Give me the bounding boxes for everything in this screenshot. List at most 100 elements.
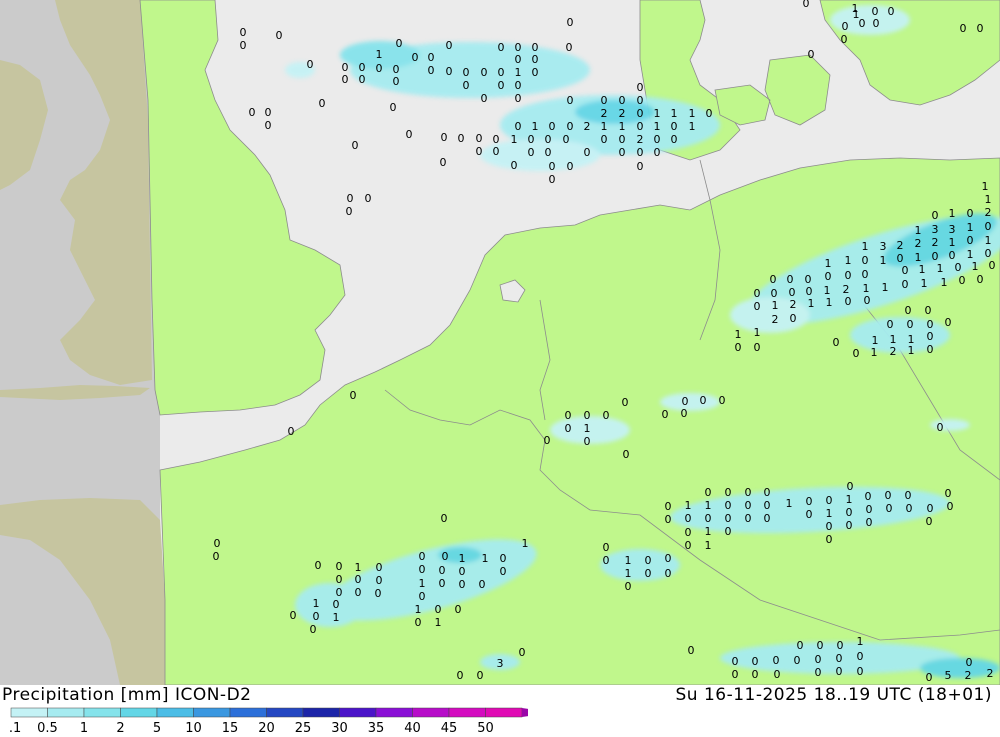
precip-value: 0 — [477, 669, 484, 682]
precip-value: 2 — [584, 120, 591, 133]
precip-value: 0 — [862, 254, 869, 267]
precip-value: 0 — [764, 512, 771, 525]
precip-value: 0 — [347, 192, 354, 205]
colorbar-tick-label: 20 — [258, 721, 275, 733]
precip-value: 0 — [637, 81, 644, 94]
precip-value: 0 — [476, 145, 483, 158]
precip-value: 0 — [685, 539, 692, 552]
precip-value: 0 — [528, 133, 535, 146]
colorbar-swatch — [302, 707, 340, 718]
precip-value: 2 — [772, 313, 779, 326]
precip-value: 1 — [941, 276, 948, 289]
precip-value: 1 — [705, 525, 712, 538]
precip-value: 0 — [481, 66, 488, 79]
precip-value: 0 — [926, 515, 933, 528]
precip-value: 0 — [567, 120, 574, 133]
precip-value: 0 — [826, 494, 833, 507]
precip-value: 0 — [764, 499, 771, 512]
precip-value: 0 — [567, 94, 574, 107]
precip-value: 0 — [249, 106, 256, 119]
precip-value: 1 — [619, 120, 626, 133]
precip-value: 0 — [532, 66, 539, 79]
colorbar-tick-label: 0.1 — [8, 721, 21, 733]
precip-value: 2 — [619, 107, 626, 120]
precip-value: 0 — [752, 655, 759, 668]
precip-value: 0 — [623, 448, 630, 461]
precip-value: 0 — [770, 273, 777, 286]
precip-value: 0 — [376, 561, 383, 574]
precip-value: 0 — [498, 79, 505, 92]
colorbar-swatch — [83, 707, 121, 718]
precip-value: 0 — [459, 578, 466, 591]
precip-value: 0 — [584, 146, 591, 159]
precip-value: 0 — [846, 519, 853, 532]
colorbar-swatch — [339, 707, 377, 718]
precip-value: 0 — [719, 394, 726, 407]
precip-value: 0 — [859, 17, 866, 30]
precip-value: 0 — [700, 394, 707, 407]
colorbar-swatch — [485, 707, 523, 718]
precip-value: 0 — [681, 407, 688, 420]
precip-value: 0 — [563, 133, 570, 146]
precip-value: 1 — [601, 120, 608, 133]
colorbar-tick-label: 5 — [153, 721, 161, 733]
precip-value: 0 — [442, 550, 449, 563]
precip-value: 0 — [515, 92, 522, 105]
precip-value: 0 — [446, 65, 453, 78]
precip-value: 0 — [544, 434, 551, 447]
precip-value: 0 — [665, 552, 672, 565]
precip-value: 1 — [921, 277, 928, 290]
precip-value: 0 — [428, 51, 435, 64]
precip-value: 0 — [637, 160, 644, 173]
precip-value: 0 — [365, 192, 372, 205]
precip-value: 1 — [482, 552, 489, 565]
precip-value: 0 — [412, 51, 419, 64]
precip-value: 1 — [825, 257, 832, 270]
precip-value: 1 — [584, 422, 591, 435]
precip-value: 0 — [288, 425, 295, 438]
precip-value: 0 — [276, 29, 283, 42]
precip-value: 0 — [817, 639, 824, 652]
precip-value: 0 — [885, 489, 892, 502]
precip-value: 0 — [853, 347, 860, 360]
colorbar-tick-label: 50 — [477, 721, 494, 733]
precip-value: 0 — [926, 671, 933, 684]
precip-value: 0 — [826, 533, 833, 546]
precip-value: 0 — [584, 409, 591, 422]
precip-value: 1 — [908, 344, 915, 357]
precip-value: 0 — [519, 646, 526, 659]
precip-value: 0 — [955, 261, 962, 274]
precip-value: 0 — [545, 133, 552, 146]
precip-value: 0 — [565, 409, 572, 422]
precip-value: 0 — [500, 565, 507, 578]
precip-value: 0 — [333, 598, 340, 611]
colorbar-swatch — [120, 707, 158, 718]
precip-value: 1 — [985, 193, 992, 206]
precip-value: 0 — [665, 513, 672, 526]
precip-value: 0 — [705, 512, 712, 525]
precip-value: 0 — [637, 120, 644, 133]
precip-value: 0 — [732, 668, 739, 681]
precip-value: 1 — [671, 107, 678, 120]
precip-value: 0 — [601, 94, 608, 107]
precip-value: 0 — [665, 567, 672, 580]
precip-value: 0 — [754, 287, 761, 300]
precip-value: 0 — [685, 512, 692, 525]
precip-value: 0 — [459, 565, 466, 578]
precip-value: 0 — [419, 590, 426, 603]
precip-value: 0 — [945, 487, 952, 500]
precip-value: 0 — [532, 53, 539, 66]
precip-value: 0 — [336, 573, 343, 586]
precip-value: 0 — [359, 73, 366, 86]
colorbar-tick-label: 30 — [331, 721, 348, 733]
precip-value: 3 — [880, 240, 887, 253]
precip-value: 0 — [565, 422, 572, 435]
precip-value: 0 — [927, 502, 934, 515]
precip-value: 0 — [886, 502, 893, 515]
precip-value: 0 — [549, 120, 556, 133]
precip-value: 0 — [808, 48, 815, 61]
precip-value: 0 — [905, 304, 912, 317]
precip-value: 0 — [846, 506, 853, 519]
precip-value: 0 — [845, 295, 852, 308]
precip-value: 1 — [949, 236, 956, 249]
